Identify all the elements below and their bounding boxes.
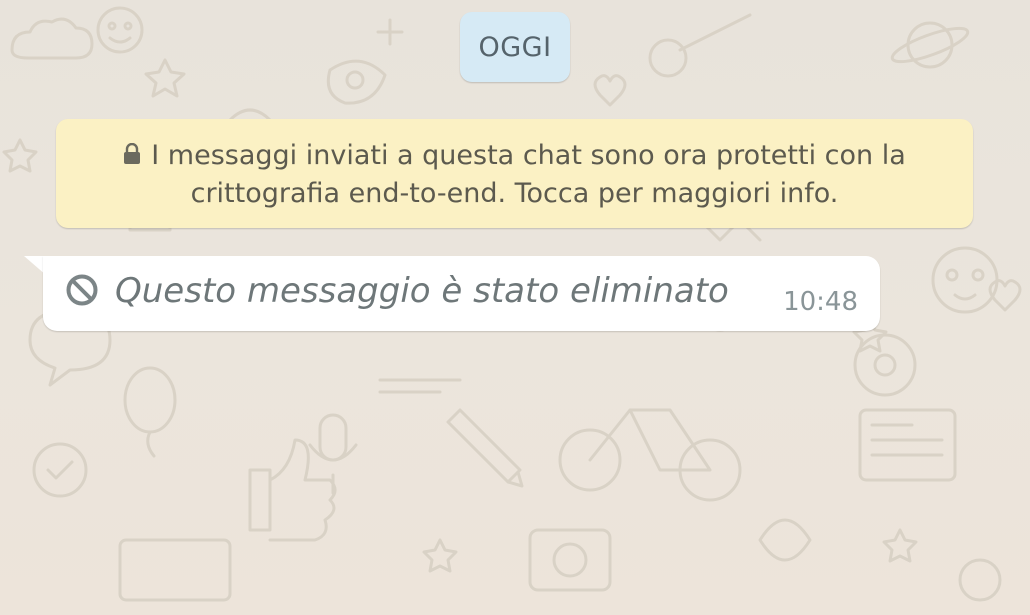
- date-separator-label: OGGI: [478, 31, 552, 63]
- lock-icon: [124, 143, 141, 164]
- message-bubble-deleted[interactable]: Questo messaggio è stato eliminato 10:48: [43, 256, 880, 331]
- ban-icon: [66, 274, 98, 306]
- message-timestamp: 10:48: [783, 287, 858, 317]
- deleted-message-text: Questo messaggio è stato eliminato: [115, 271, 729, 311]
- encryption-notice-line-1: I messaggi inviati a questa chat sono or…: [92, 137, 937, 175]
- encryption-notice-line-2: crittografia end-to-end. Tocca per maggi…: [190, 178, 839, 209]
- encryption-notice[interactable]: I messaggi inviati a questa chat sono or…: [56, 119, 973, 228]
- date-separator-chip: OGGI: [460, 12, 570, 82]
